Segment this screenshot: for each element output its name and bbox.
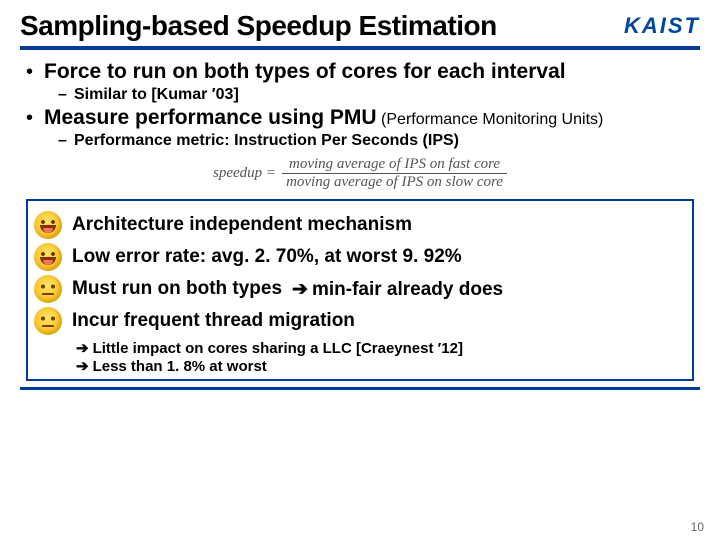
box-row-4-sub-b: ➔Less than 1. 8% at worst — [76, 357, 682, 375]
formula-lhs: speedup = — [213, 165, 276, 182]
box-row-4: Incur frequent thread migration — [72, 310, 355, 332]
arrow-icon: ➔ — [76, 358, 89, 375]
neutral-icon — [34, 307, 62, 335]
box-row-3: Must run on both types — [72, 278, 282, 300]
summary-box: Architecture independent mechanism Low e… — [26, 199, 694, 381]
dash-icon: – — [58, 132, 74, 150]
bullet-dot-icon: • — [26, 62, 44, 82]
speedup-formula: speedup = moving average of IPS on fast … — [20, 156, 700, 191]
main-bullet-list: • Force to run on both types of cores fo… — [20, 60, 700, 150]
smile-icon — [34, 243, 62, 271]
box-row-1: Architecture independent mechanism — [72, 214, 412, 236]
arrow-icon: ➔ — [76, 340, 89, 357]
smile-icon — [34, 211, 62, 239]
kaist-logo: KAIST — [624, 13, 700, 39]
bullet-2: Measure performance using PMU (Performan… — [44, 106, 603, 130]
page-title: Sampling-based Speedup Estimation — [20, 10, 497, 42]
bullet-2-paren: (Performance Monitoring Units) — [377, 111, 604, 128]
bullet-1-sub: Similar to [Kumar ′03] — [74, 86, 239, 103]
arrow-icon: ➔ — [292, 279, 308, 300]
bullet-2-sub: Performance metric: Instruction Per Seco… — [74, 132, 459, 149]
box-row-3-aside: ➔min-fair already does — [292, 278, 503, 301]
box-row-2: Low error rate: avg. 2. 70%, at worst 9.… — [72, 246, 462, 268]
page-number: 10 — [691, 520, 704, 534]
dash-icon: – — [58, 86, 74, 104]
footer-rule — [20, 387, 700, 390]
title-underline — [20, 46, 700, 50]
bullet-dot-icon: • — [26, 108, 44, 128]
neutral-icon — [34, 275, 62, 303]
bullet-2-main: Measure performance using PMU — [44, 106, 377, 129]
formula-numerator: moving average of IPS on fast core — [282, 156, 507, 174]
formula-denominator: moving average of IPS on slow core — [282, 174, 507, 191]
box-row-4-sub-a: ➔Little impact on cores sharing a LLC [C… — [76, 339, 682, 357]
bullet-1: Force to run on both types of cores for … — [44, 60, 566, 84]
